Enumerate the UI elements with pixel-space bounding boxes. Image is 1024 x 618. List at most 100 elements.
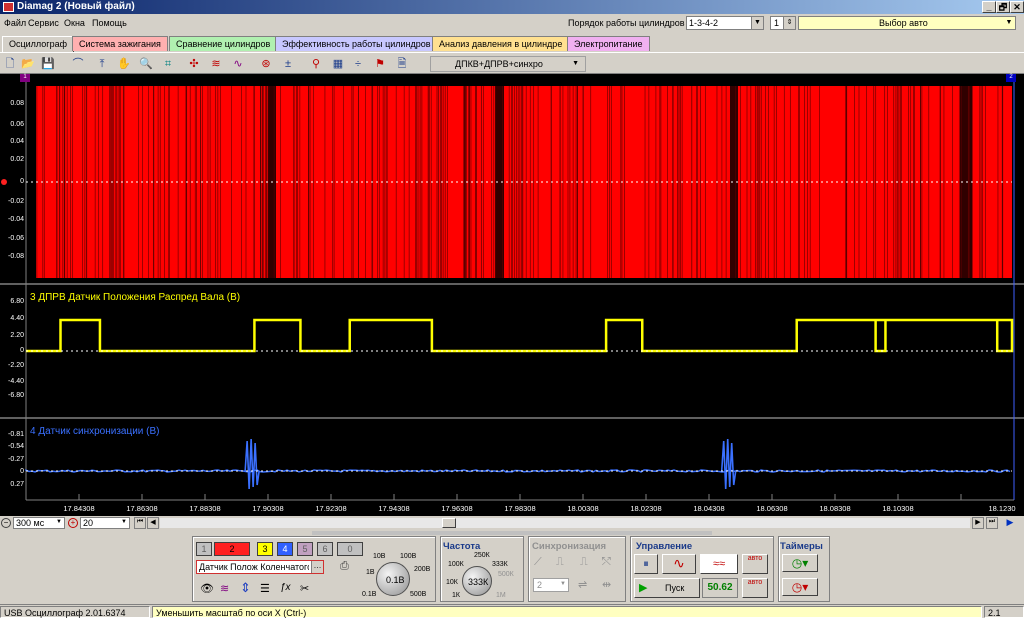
sync-offset-icon[interactable]: ⇹ — [602, 578, 611, 591]
open-folder-icon[interactable]: 📂 — [20, 56, 36, 72]
restore-button[interactable]: 🗗 — [996, 1, 1010, 13]
table-icon[interactable]: ▦ — [330, 56, 346, 72]
cylinder-order-select[interactable]: 1-3-4-2 ▼ — [686, 16, 764, 30]
auto-clock-button[interactable]: авто — [742, 554, 768, 574]
x-tick: 18.00308 — [567, 504, 599, 513]
wave-icon[interactable]: ≋ — [208, 56, 224, 72]
hand-icon[interactable]: ✋ — [116, 56, 132, 72]
new-file-icon[interactable]: 🗋 — [2, 56, 18, 72]
scroll-first-button[interactable]: ⏮ — [134, 517, 146, 529]
channel-3-button[interactable]: 3 — [257, 542, 273, 556]
marker-1[interactable]: 1 — [20, 74, 30, 82]
menu-windows[interactable]: Окна — [64, 18, 85, 28]
timer-1-button[interactable]: ◷▾ — [782, 554, 818, 572]
document-icon[interactable]: 🗎 — [394, 56, 410, 72]
play-icon: ▶ — [639, 582, 648, 594]
sync-edge-icon[interactable]: ⟋ — [534, 556, 542, 569]
scroll-right-button[interactable]: ▶ — [972, 517, 984, 529]
freq-mark: 250К — [474, 552, 490, 559]
tools-icon[interactable]: ✂ — [300, 582, 314, 596]
y-tick: 2.20 — [10, 332, 24, 339]
channel-3-trace — [26, 318, 1014, 353]
eye-icon[interactable]: 👁 — [200, 582, 214, 596]
timebase-select[interactable]: 300 мс ▼ — [13, 517, 65, 529]
window-title: Diamag 2 (Новый файл) — [17, 1, 135, 12]
menu-service[interactable]: Сервис — [28, 18, 59, 28]
play-icon[interactable]: ▶ — [1000, 517, 1020, 529]
scroll-thumb[interactable] — [442, 518, 456, 528]
tab-cylinder-compare[interactable]: Сравнение цилиндров — [169, 36, 278, 51]
channel-4-button[interactable]: 4 — [277, 542, 293, 556]
zoom-in-icon[interactable]: + — [68, 518, 78, 528]
auto-scale-icon[interactable]: ⊛ — [258, 56, 274, 72]
signal-button[interactable]: ≈≈ — [700, 554, 738, 574]
save-icon[interactable]: 💾 — [40, 56, 56, 72]
minimize-button[interactable]: _ — [982, 1, 996, 13]
channel-3-label: 3 ДПРВ Датчик Положения Распред Вала (В) — [30, 292, 241, 303]
tab-ignition[interactable]: Система зажигания — [72, 36, 168, 51]
oscilloscope-display[interactable]: 0.08 0.06 0.04 0.02 0 -0.02 -0.04 -0.06 … — [0, 74, 1024, 516]
tab-power[interactable]: Электропитание — [567, 36, 650, 51]
close-button[interactable]: ✕ — [1010, 1, 1024, 13]
menu-help[interactable]: Помощь — [92, 18, 127, 28]
pause-button[interactable]: ⏸ — [634, 554, 658, 574]
sine-button[interactable]: ∿ — [662, 554, 696, 574]
sensor-settings-icon[interactable]: ⎙ — [340, 560, 354, 574]
cylinder-spin[interactable]: 1 ⇕ — [770, 16, 796, 30]
sensor-field[interactable]: Датчик Полож Коленчатого Ва … — [196, 560, 324, 574]
y-tick: 0.04 — [10, 138, 24, 145]
freq-mark: 10К — [446, 579, 458, 586]
y-tick: -6.80 — [8, 392, 24, 399]
mode-select[interactable]: ДПКВ+ДПРВ+синхро ▼ — [430, 56, 586, 72]
vertical-scale-icon[interactable]: ⇕ — [240, 580, 254, 596]
x-tick: 17.94308 — [378, 504, 410, 513]
lines-icon[interactable]: ☰ — [260, 582, 274, 596]
channel-5-button[interactable]: 5 — [297, 542, 313, 556]
tab-oscilloscope[interactable]: Осциллограф — [2, 36, 74, 52]
auto-play-button[interactable]: авто — [742, 578, 768, 598]
timer-2-button[interactable]: ◷▾ — [782, 578, 818, 596]
timer-icon: ◷▾ — [791, 580, 809, 594]
sync-rise-icon[interactable]: ⎍ — [556, 556, 564, 569]
scroll-last-button[interactable]: ⏭ — [986, 517, 998, 529]
marker-icon[interactable]: ÷ — [350, 56, 366, 72]
menu-file[interactable]: Файл — [4, 18, 26, 28]
horizontal-scrollbar[interactable] — [160, 518, 970, 528]
auto-label: авто — [747, 579, 763, 586]
scroll-left-button[interactable]: ◀ — [147, 517, 159, 529]
offset-icon[interactable]: ± — [280, 56, 296, 72]
cylinder-order-value: 1-3-4-2 — [689, 18, 719, 28]
splitter[interactable] — [312, 531, 712, 535]
sync-select[interactable]: 2 ▼ — [533, 578, 569, 592]
channel-2-button[interactable]: 2 — [214, 542, 250, 556]
tab-cylinder-efficiency[interactable]: Эффективность работы цилиндров — [275, 36, 438, 51]
filter-icon[interactable]: ⚲ — [308, 56, 324, 72]
grid-icon[interactable]: ⌗ — [160, 56, 176, 72]
sync-level-icon[interactable]: ⇌ — [578, 578, 587, 591]
x-tick: 18.08308 — [819, 504, 851, 513]
count-select[interactable]: 20 ▼ — [80, 517, 130, 529]
cursor-icon[interactable]: ⌒ — [70, 56, 86, 72]
zoom-icon[interactable]: 🔍 — [138, 56, 154, 72]
channel-6-button[interactable]: 6 — [317, 542, 333, 556]
zoom-out-icon[interactable]: − — [1, 518, 11, 528]
more-icon[interactable]: … — [311, 561, 323, 573]
signal-icon[interactable]: ≋ — [220, 582, 234, 596]
volt-mark: 10В — [373, 553, 386, 560]
freq-mark: 100К — [448, 561, 464, 568]
wave-alt-icon[interactable]: ∿ — [230, 56, 246, 72]
sync-mode-icon[interactable]: ⤲ — [602, 556, 611, 569]
y-tick: -0.04 — [8, 216, 24, 223]
channel-1-button[interactable]: 1 — [196, 542, 212, 556]
arrow-up-icon[interactable]: ⤒ — [94, 56, 110, 72]
menu-bar: Файл Сервис Окна Помощь Порядок работы ц… — [0, 14, 1024, 32]
flag-icon[interactable]: ⚑ — [372, 56, 388, 72]
function-icon[interactable]: ƒx — [280, 582, 294, 596]
tab-pressure-analysis[interactable]: Анализ давления в цилиндре — [432, 36, 570, 51]
marker-2[interactable]: 2 — [1006, 74, 1016, 82]
start-button[interactable]: ▶ Пуск — [634, 578, 700, 598]
scale-x-icon[interactable]: ✣ — [186, 56, 202, 72]
sync-fall-icon[interactable]: ⎍ — [580, 556, 588, 569]
channel-0-button[interactable]: 0 — [337, 542, 363, 556]
car-select[interactable]: Выбор авто ▼ — [798, 16, 1016, 30]
